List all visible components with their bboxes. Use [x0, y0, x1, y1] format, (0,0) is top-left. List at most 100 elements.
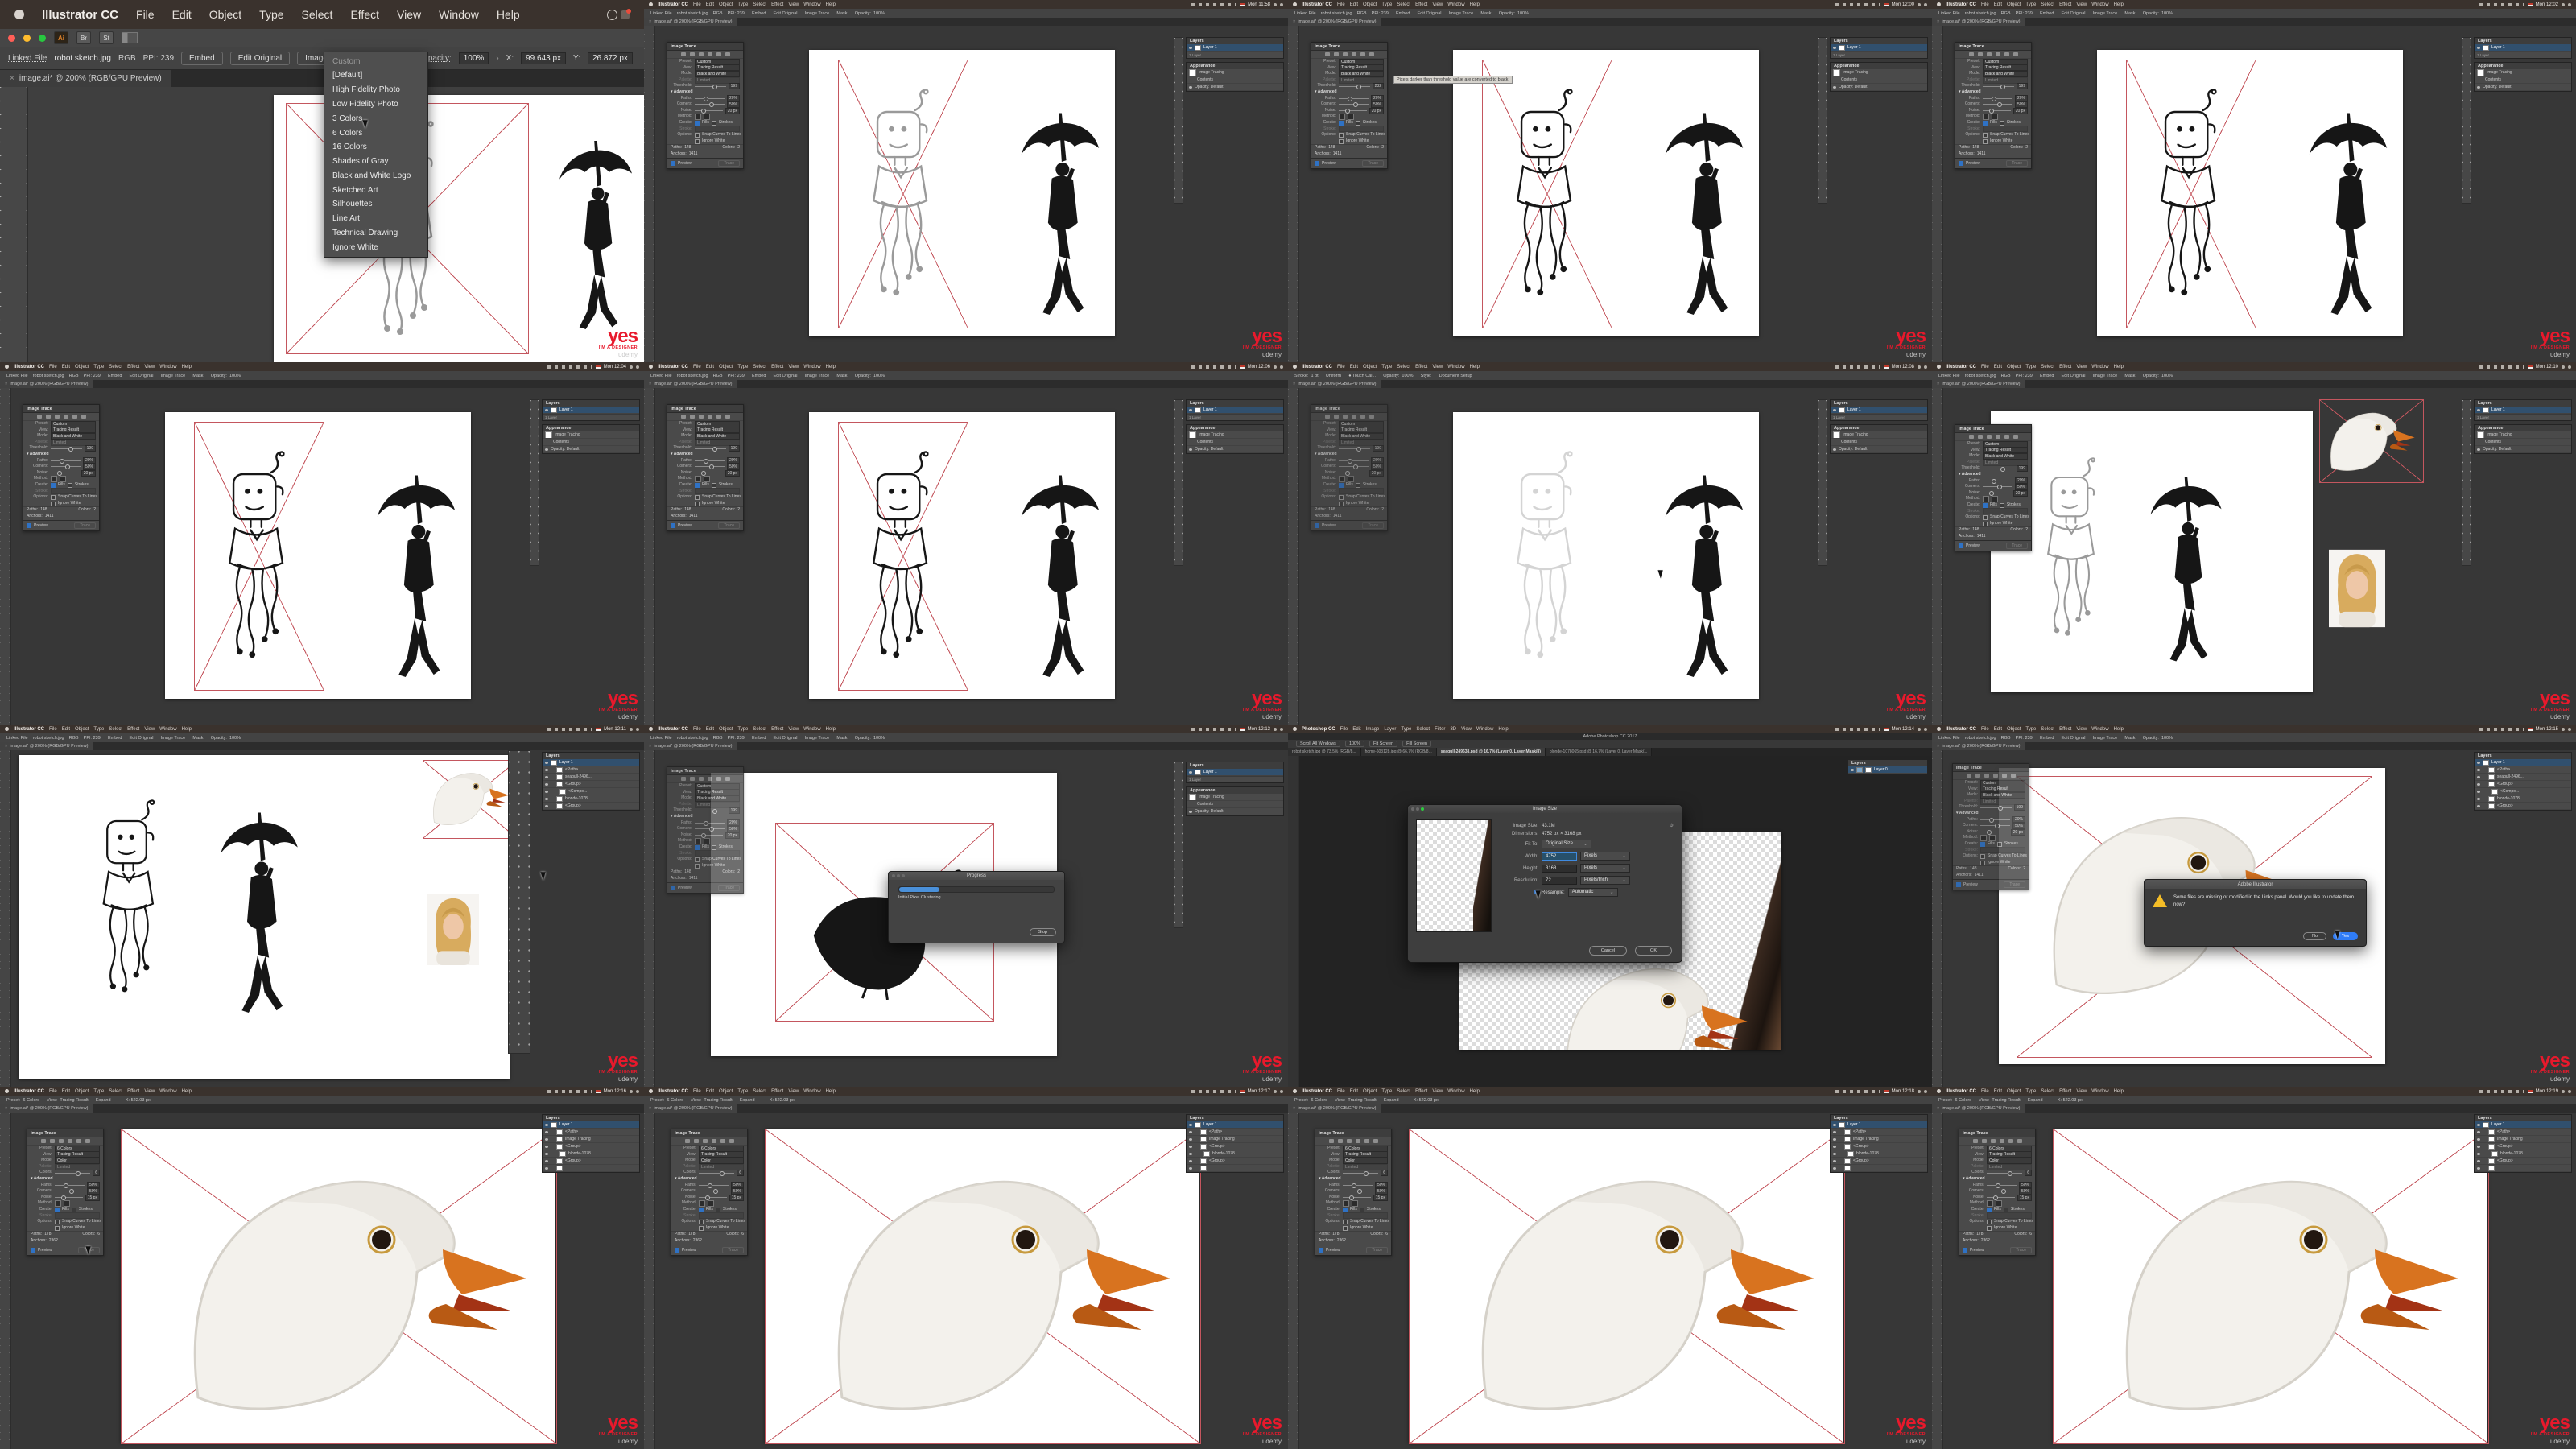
menu-window[interactable]: Window — [2091, 2, 2108, 7]
panel-dock-icons[interactable] — [1174, 37, 1183, 204]
menu-object[interactable]: Object — [75, 727, 89, 732]
menu-type[interactable]: Type — [93, 365, 104, 369]
ignore-white-checkbox[interactable] — [695, 864, 700, 869]
corners-slider[interactable] — [1983, 104, 2013, 105]
fills-checkbox[interactable] — [55, 1208, 60, 1212]
tools-panel[interactable] — [644, 750, 655, 1087]
layer-row[interactable]: blonde-1078... — [2475, 1150, 2571, 1158]
layers-panel-title[interactable]: Layers — [543, 400, 639, 407]
input-language-flag-icon[interactable] — [1884, 365, 1889, 369]
palette-select[interactable]: Limited — [1980, 799, 2025, 805]
fills-checkbox[interactable] — [699, 1208, 704, 1212]
umbrella-man-artwork[interactable] — [1662, 469, 1746, 691]
apple-icon[interactable] — [5, 1089, 9, 1093]
menu-type[interactable]: Type — [93, 1089, 104, 1094]
corners-slider[interactable] — [695, 828, 724, 829]
layer-row[interactable]: blonde-1078... — [2475, 795, 2571, 803]
menu-file[interactable]: File — [1337, 365, 1345, 369]
x-value-input[interactable]: 99.643 px — [521, 52, 566, 64]
layer-row[interactable]: <Group> — [2475, 803, 2571, 810]
method-abutting-icon[interactable] — [1339, 114, 1345, 120]
spotlight-icon[interactable] — [1274, 728, 1277, 731]
menu-select[interactable]: Select — [1416, 727, 1430, 732]
ignore-white-checkbox[interactable] — [51, 502, 56, 506]
menu-filter[interactable]: Filter — [1435, 727, 1445, 732]
trace-button[interactable]: Trace — [2004, 881, 2025, 888]
noise-value[interactable]: 20 px — [2013, 490, 2028, 497]
layer-row[interactable] — [1831, 1165, 1927, 1172]
app-menu[interactable]: Illustrator CC — [1946, 365, 1976, 369]
menu-type[interactable]: Type — [737, 1089, 748, 1094]
canvas[interactable]: Layers Layer 1 <Path> seagull-2496... <G… — [10, 750, 644, 1087]
main-slider-value[interactable]: 199 — [85, 445, 96, 452]
layer-row[interactable]: <Group> — [1831, 1143, 1927, 1150]
layer-row[interactable]: Layer 1 — [2475, 759, 2571, 766]
canvas[interactable]: Image Trace Preset:Custom View:Tracing R… — [10, 388, 644, 724]
spotlight-icon[interactable] — [1274, 3, 1277, 6]
strokes-checkbox[interactable] — [716, 1208, 720, 1212]
menu-select[interactable]: Select — [2041, 1089, 2054, 1094]
menu-file[interactable]: File — [1981, 727, 1989, 732]
snap-curves-checkbox[interactable] — [55, 1220, 60, 1224]
appearance-panel-title[interactable]: Appearance — [1831, 425, 1927, 431]
advanced-toggle[interactable]: ▾ Advanced — [1956, 811, 1979, 817]
menu-effect[interactable]: Effect — [2059, 1089, 2071, 1094]
image-trace-preset-icons[interactable] — [667, 413, 743, 421]
method-overlapping-icon[interactable] — [1989, 835, 1996, 841]
spotlight-icon[interactable] — [2562, 365, 2565, 369]
tools-panel[interactable] — [1932, 26, 1943, 362]
menu-type[interactable]: Type — [737, 727, 748, 732]
trace-button[interactable]: Trace — [2010, 1247, 2032, 1253]
canvas[interactable]: Image Trace Preset:Custom View:Tracing R… — [654, 26, 1288, 362]
menu-type[interactable]: Type — [259, 8, 283, 21]
apple-icon[interactable] — [1293, 727, 1297, 731]
input-language-flag-icon[interactable] — [1240, 1090, 1245, 1093]
spotlight-icon[interactable] — [1918, 3, 1921, 6]
menu-file[interactable]: File — [49, 1089, 57, 1094]
appearance-row[interactable]: Opacity: Default — [2475, 84, 2571, 91]
umbrella-man-artwork[interactable] — [555, 135, 636, 341]
seagull-artwork[interactable] — [429, 766, 510, 829]
app-menu[interactable]: Illustrator CC — [1946, 727, 1976, 732]
layer-row[interactable] — [543, 1165, 639, 1172]
method-abutting-icon[interactable] — [1343, 1200, 1349, 1207]
input-language-flag-icon[interactable] — [1240, 3, 1245, 6]
spotlight-icon[interactable] — [1274, 1090, 1277, 1093]
paths-slider[interactable] — [55, 1185, 85, 1186]
siri-icon[interactable] — [2568, 365, 2571, 369]
method-overlapping-icon[interactable] — [1992, 114, 1998, 120]
appearance-row[interactable]: Image Tracing — [2475, 69, 2571, 76]
menu-effect[interactable]: Effect — [2059, 365, 2071, 369]
method-overlapping-icon[interactable] — [704, 838, 710, 844]
visibility-eye-icon[interactable] — [1833, 448, 1836, 451]
menu-file[interactable]: File — [1981, 365, 1989, 369]
tools-panel[interactable] — [1288, 1113, 1299, 1449]
menu-item-high-fidelity-photo[interactable]: High Fidelity Photo — [324, 83, 427, 97]
layer-thumbnail[interactable] — [1839, 45, 1845, 51]
spotlight-icon[interactable] — [2562, 3, 2565, 6]
noise-value[interactable]: 20 px — [2013, 108, 2028, 114]
method-overlapping-icon[interactable] — [1992, 496, 1998, 502]
menu-select[interactable]: Select — [1397, 365, 1410, 369]
menu-window[interactable]: Window — [2091, 727, 2108, 732]
layers-panel-title[interactable]: Layers — [543, 753, 639, 759]
umbrella-man-artwork[interactable] — [2148, 469, 2224, 676]
panel-dock-icons[interactable] — [2462, 37, 2471, 204]
visibility-eye-icon[interactable] — [2477, 47, 2480, 49]
layers-panel-title[interactable]: Layers — [1187, 762, 1283, 769]
method-abutting-icon[interactable] — [1983, 496, 1989, 502]
appearance-row[interactable]: Image Tracing — [543, 431, 639, 439]
menu-view[interactable]: View — [1461, 727, 1472, 732]
zoom-100-button[interactable]: 100% — [1345, 741, 1364, 747]
layer-row[interactable] — [2475, 1165, 2571, 1172]
menu-object[interactable]: Object — [1363, 2, 1377, 7]
preview-checkbox[interactable] — [1956, 882, 1961, 887]
menu-window[interactable]: Window — [803, 365, 820, 369]
noise-slider[interactable] — [695, 110, 723, 111]
layer-row[interactable]: <Group> — [543, 781, 639, 788]
ignore-white-checkbox[interactable] — [1987, 1226, 1992, 1231]
document-tab[interactable]: home-603128.jpg @ 66.7% (RGB/8... — [1361, 748, 1437, 756]
menu-window[interactable]: Window — [159, 1089, 176, 1094]
main-slider[interactable] — [699, 1173, 734, 1174]
trace-button[interactable]: Trace — [2006, 543, 2028, 549]
